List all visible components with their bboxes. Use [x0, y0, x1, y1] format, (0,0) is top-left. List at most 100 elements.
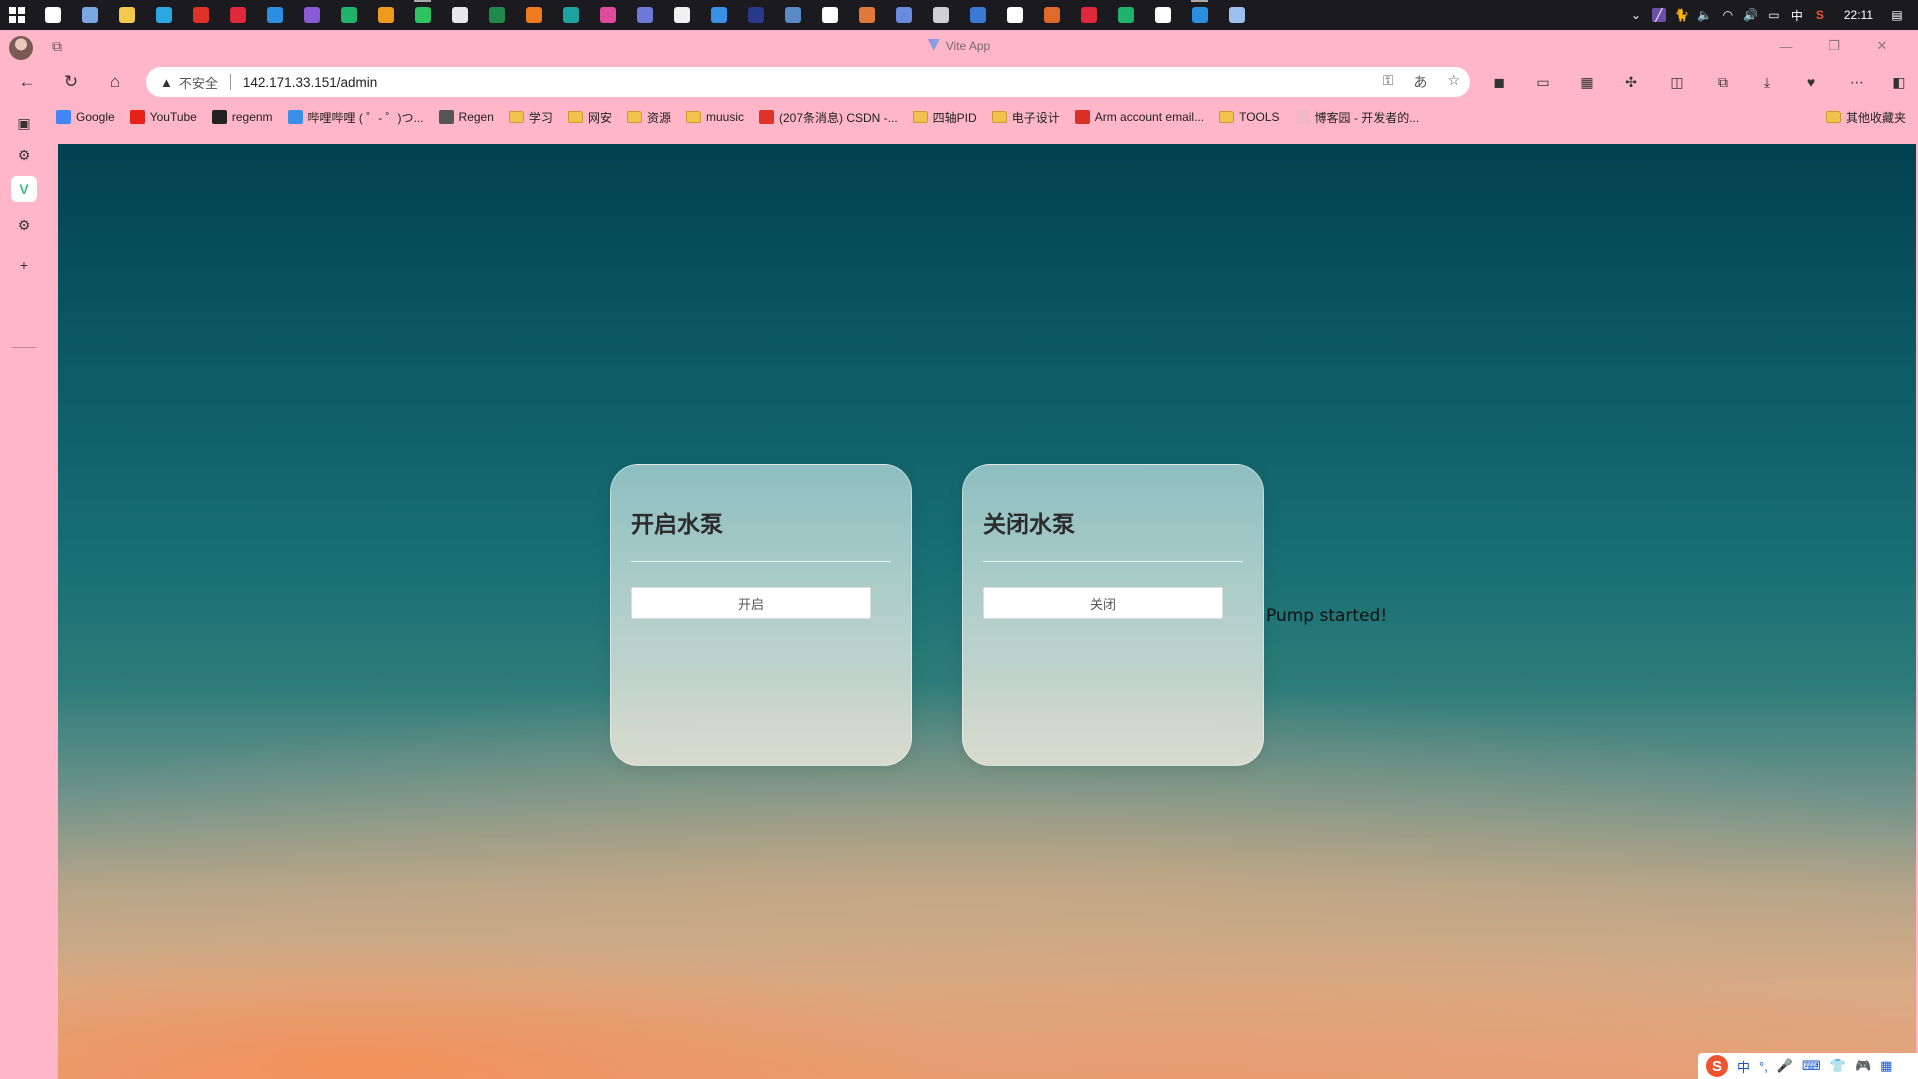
excel-app-taskbar-icon[interactable] [478, 0, 515, 30]
restore-button[interactable]: ❐ [1814, 35, 1854, 57]
key-icon[interactable]: ⚿ [1383, 72, 1394, 92]
vscode-app-taskbar-icon[interactable] [256, 0, 293, 30]
favorite-item[interactable]: TOOLS [1219, 110, 1280, 124]
star-icon[interactable]: ☆ [1447, 72, 1460, 92]
cloud-app-taskbar-icon[interactable] [996, 0, 1033, 30]
copilot-icon[interactable]: ⚙ [11, 142, 37, 168]
split-screen-icon[interactable]: ◫ [1666, 72, 1688, 92]
tab-actions-icon[interactable]: ▣ [11, 110, 37, 136]
remote-app-taskbar-icon[interactable] [885, 0, 922, 30]
collections-icon[interactable]: ⧉ [1712, 72, 1734, 92]
typora-app-taskbar-icon[interactable] [811, 0, 848, 30]
feather-icon[interactable]: ╱ [1651, 8, 1666, 22]
qq-app-taskbar-icon[interactable] [663, 0, 700, 30]
steam-app-taskbar-icon[interactable] [774, 0, 811, 30]
sogou-logo-icon[interactable]: S [1706, 1055, 1728, 1077]
other-favorites[interactable]: 其他收藏夹 [1825, 102, 1906, 132]
back-button[interactable]: ← [14, 70, 40, 94]
favorite-item[interactable]: 四轴PID [912, 109, 977, 126]
wechat-app-taskbar-icon[interactable] [404, 0, 441, 30]
favorite-item[interactable]: 资源 [626, 109, 671, 126]
fox-app-taskbar-icon[interactable] [848, 0, 885, 30]
blue2-app-taskbar-icon[interactable] [1218, 0, 1255, 30]
downloads-icon[interactable]: ⤓ [1756, 72, 1778, 92]
favorite-item[interactable]: Arm account email... [1074, 110, 1204, 124]
favorite-item[interactable]: 博客园 - 开发者的... [1294, 109, 1419, 126]
close-window-button[interactable]: ✕ [1862, 35, 1902, 57]
security-label[interactable]: 不安全 [179, 73, 218, 92]
matlab2-app-taskbar-icon[interactable] [1033, 0, 1070, 30]
warning-icon[interactable]: ▲ [160, 75, 173, 90]
address-bar[interactable]: ▲ 不安全 142.171.33.151/admin ⚿ あ ☆ [146, 67, 1470, 97]
green2-app-taskbar-icon[interactable] [1107, 0, 1144, 30]
tool-app-taskbar-icon[interactable] [515, 0, 552, 30]
microphone-icon[interactable]: 🎤 [1777, 1058, 1793, 1074]
vscode2-app-taskbar-icon[interactable] [1181, 0, 1218, 30]
mx-app-taskbar-icon[interactable] [959, 0, 996, 30]
speaker-icon[interactable]: 🔈 [1697, 8, 1712, 22]
more-menu-icon[interactable]: ⋯ [1846, 72, 1868, 92]
pink-app-taskbar-icon[interactable] [589, 0, 626, 30]
favorite-item[interactable]: YouTube [129, 110, 197, 124]
favorite-item[interactable]: regenm [211, 110, 273, 124]
pen-app-taskbar-icon[interactable] [71, 0, 108, 30]
dark-app-taskbar-icon[interactable] [737, 0, 774, 30]
blue-circle-app-taskbar-icon[interactable] [700, 0, 737, 30]
extension-gray-icon[interactable]: ▭ [1532, 72, 1554, 92]
qr-code-icon[interactable]: ▦ [1576, 72, 1598, 92]
refresh-button[interactable]: ↻ [58, 70, 84, 94]
cat-icon[interactable]: 🐈 [1674, 8, 1689, 22]
extension-glasses-icon[interactable]: ◼ [1488, 72, 1510, 92]
ime-lang-indicator[interactable]: 中 [1790, 8, 1804, 23]
clock[interactable]: 22:11 [1844, 8, 1873, 22]
gamepad-icon[interactable]: 🎮 [1855, 1058, 1871, 1074]
screen-app-taskbar-icon[interactable] [1144, 0, 1181, 30]
favorite-item[interactable]: 哔哩哔哩 ( ゜- ゜)つ... [287, 109, 424, 126]
skin-icon[interactable]: 👕 [1830, 1058, 1846, 1074]
matlab-app-taskbar-icon[interactable] [922, 0, 959, 30]
favorite-item[interactable]: Google [56, 110, 115, 124]
favorite-item[interactable]: muusic [685, 110, 744, 124]
ime-lang[interactable]: 中 [1737, 1057, 1750, 1076]
notification-icon[interactable]: ▤ [1890, 8, 1904, 22]
favorite-item[interactable]: 网安 [567, 109, 612, 126]
ime-punct[interactable]: °, [1759, 1059, 1768, 1074]
vs-app-taskbar-icon[interactable] [293, 0, 330, 30]
start-pump-button[interactable]: 开启 [631, 587, 871, 619]
taskbar: ⌄ ╱ 🐈 🔈 ◠ 🔊 ▭ 中 S 22:11 ▤ [0, 0, 1918, 30]
terminal-app-taskbar-icon[interactable] [552, 0, 589, 30]
orange-app-taskbar-icon[interactable] [367, 0, 404, 30]
sidebar-toggle-icon[interactable]: ◧ [1888, 72, 1910, 92]
keyboard-icon[interactable]: ⌨ [1802, 1058, 1821, 1074]
battery-icon[interactable]: ▭ [1767, 8, 1781, 22]
xmind-app-taskbar-icon[interactable] [219, 0, 256, 30]
notepad-app-taskbar-icon[interactable] [441, 0, 478, 30]
settings-icon[interactable]: ⚙ [11, 212, 37, 238]
start-button[interactable] [0, 0, 34, 30]
search-app-taskbar-icon[interactable] [34, 0, 71, 30]
wps-app-taskbar-icon[interactable] [182, 0, 219, 30]
extensions-icon[interactable]: ✣ [1620, 72, 1642, 92]
home-button[interactable]: ⌂ [102, 70, 128, 94]
netease-app-taskbar-icon[interactable] [1070, 0, 1107, 30]
favorite-item[interactable]: Regen [438, 110, 494, 124]
stop-pump-button[interactable]: 关闭 [983, 587, 1223, 619]
vue-devtools-icon[interactable]: V [11, 176, 37, 202]
file-explorer-taskbar-icon[interactable] [108, 0, 145, 30]
bug-app-taskbar-icon[interactable] [626, 0, 663, 30]
minimize-button[interactable]: — [1766, 35, 1806, 57]
wifi-icon[interactable]: ◠ [1721, 8, 1735, 22]
volume-icon[interactable]: 🔊 [1743, 8, 1758, 22]
edge-browser-taskbar-icon[interactable] [145, 0, 182, 30]
grid-icon[interactable]: ▦ [1880, 1058, 1892, 1074]
url-text[interactable]: 142.171.33.151/admin [243, 75, 377, 90]
add-icon[interactable]: + [11, 252, 37, 278]
favorite-item[interactable]: (207条消息) CSDN -... [758, 109, 898, 126]
green-app-taskbar-icon[interactable] [330, 0, 367, 30]
translate-icon[interactable]: あ [1413, 72, 1427, 92]
favorite-item[interactable]: 电子设计 [991, 109, 1060, 126]
sogou-icon[interactable]: S [1813, 8, 1827, 22]
browser-essentials-icon[interactable]: ♥ [1800, 72, 1822, 92]
favorite-item[interactable]: 学习 [508, 109, 553, 126]
chevron-up-icon[interactable]: ⌄ [1629, 8, 1643, 22]
